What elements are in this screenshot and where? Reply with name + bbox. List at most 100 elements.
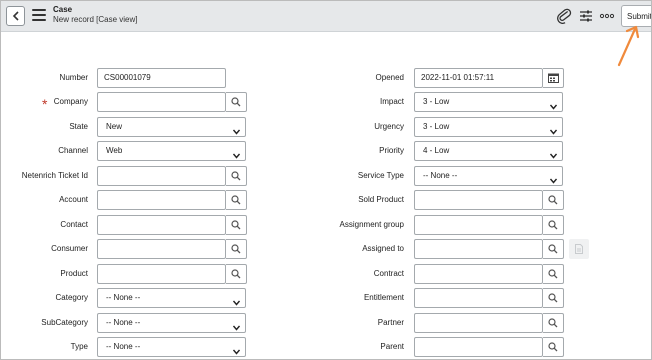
state-select[interactable]: New	[97, 117, 246, 137]
back-icon	[12, 11, 19, 21]
sold-product-label: Sold Product	[358, 195, 404, 204]
state-value: New	[106, 122, 123, 131]
netenrich-ticket-id-field[interactable]	[97, 166, 226, 186]
title-block: Case New record [Case view]	[53, 5, 137, 25]
menu-icon[interactable]	[32, 9, 46, 21]
case-form-window: Case New record [Case view] Submit Numbe…	[0, 0, 652, 360]
more-icon[interactable]	[599, 8, 615, 24]
product-field[interactable]	[97, 264, 226, 284]
opened-calendar-button[interactable]	[543, 68, 564, 88]
case-form: Number CS00001079 Company * State New Channel W…	[1, 33, 651, 359]
search-icon	[548, 220, 558, 230]
company-field[interactable]	[97, 92, 226, 112]
search-icon	[548, 293, 558, 303]
search-icon	[548, 244, 558, 254]
parent-field[interactable]	[414, 337, 543, 357]
impact-label: Impact	[379, 97, 404, 106]
contact-label: Contact	[60, 220, 88, 229]
category-label: Category	[55, 293, 88, 302]
state-label: State	[69, 122, 88, 131]
netenrich-ticket-id-lookup-button[interactable]	[226, 166, 247, 186]
assign-to-me-button[interactable]	[569, 239, 589, 259]
urgency-value: 3 - Low	[423, 122, 450, 131]
contract-field[interactable]	[414, 264, 543, 284]
opened-field[interactable]: 2022-11-01 01:57:11	[414, 68, 543, 88]
category-value: -- None --	[106, 293, 141, 302]
channel-label: Channel	[58, 146, 88, 155]
type-select[interactable]: -- None --	[97, 337, 246, 357]
assigned-to-lookup-button[interactable]	[543, 239, 564, 259]
chevron-down-icon	[549, 173, 558, 184]
chevron-down-icon	[549, 148, 558, 159]
impact-select[interactable]: 3 - Low	[414, 92, 563, 112]
page-subtitle: New record [Case view]	[53, 15, 138, 24]
consumer-label: Consumer	[51, 244, 88, 253]
opened-label: Opened	[375, 73, 404, 82]
search-icon	[231, 171, 241, 181]
parent-label: Parent	[380, 342, 404, 351]
number-field[interactable]: CS00001079	[97, 68, 226, 88]
service-type-value: -- None --	[423, 171, 458, 180]
search-icon	[231, 220, 241, 230]
consumer-field[interactable]	[97, 239, 226, 259]
chevron-down-icon	[232, 124, 241, 135]
contact-lookup-button[interactable]	[226, 215, 247, 235]
priority-label: Priority	[379, 146, 404, 155]
account-field[interactable]	[97, 190, 226, 210]
priority-select[interactable]: 4 - Low	[414, 141, 563, 161]
assignment-group-field[interactable]	[414, 215, 543, 235]
type-label: Type	[70, 342, 88, 351]
partner-field[interactable]	[414, 313, 543, 333]
entitlement-label: Entitlement	[363, 293, 404, 302]
sliders-icon[interactable]	[578, 8, 594, 24]
parent-lookup-button[interactable]	[543, 337, 564, 357]
subcategory-label: SubCategory	[41, 318, 88, 327]
paperclip-icon[interactable]	[556, 8, 572, 24]
chevron-down-icon	[549, 124, 558, 135]
form-header: Case New record [Case view] Submit	[1, 1, 651, 32]
product-lookup-button[interactable]	[226, 264, 247, 284]
company-label: Company	[53, 97, 88, 106]
category-select[interactable]: -- None --	[97, 288, 246, 308]
account-lookup-button[interactable]	[226, 190, 247, 210]
impact-value: 3 - Low	[423, 97, 450, 106]
back-button[interactable]	[6, 6, 25, 26]
required-indicator: *	[42, 96, 48, 112]
product-label: Product	[60, 269, 88, 278]
entitlement-field[interactable]	[414, 288, 543, 308]
search-icon	[231, 195, 241, 205]
assignment-group-lookup-button[interactable]	[543, 215, 564, 235]
urgency-label: Urgency	[374, 122, 404, 131]
subcategory-select[interactable]: -- None --	[97, 313, 246, 333]
entitlement-lookup-button[interactable]	[543, 288, 564, 308]
partner-lookup-button[interactable]	[543, 313, 564, 333]
service-type-label: Service Type	[357, 171, 404, 180]
account-label: Account	[59, 195, 88, 204]
urgency-select[interactable]: 3 - Low	[414, 117, 563, 137]
priority-value: 4 - Low	[423, 146, 450, 155]
contract-label: Contract	[373, 269, 404, 278]
assignment-group-label: Assignment group	[339, 220, 404, 229]
sold-product-lookup-button[interactable]	[543, 190, 564, 210]
channel-select[interactable]: Web	[97, 141, 246, 161]
type-value: -- None --	[106, 342, 141, 351]
search-icon	[548, 318, 558, 328]
assigned-to-field[interactable]	[414, 239, 543, 259]
search-icon	[231, 269, 241, 279]
contract-lookup-button[interactable]	[543, 264, 564, 284]
consumer-lookup-button[interactable]	[226, 239, 247, 259]
chevron-down-icon	[232, 344, 241, 355]
chevron-down-icon	[232, 320, 241, 331]
service-type-select[interactable]: -- None --	[414, 166, 563, 186]
search-icon	[548, 195, 558, 205]
sold-product-field[interactable]	[414, 190, 543, 210]
netenrich-ticket-id-label: Netenrich Ticket Id	[21, 171, 88, 180]
chevron-down-icon	[549, 99, 558, 110]
chevron-down-icon	[232, 295, 241, 306]
chevron-down-icon	[232, 148, 241, 159]
company-lookup-button[interactable]	[226, 92, 247, 112]
page-title: Case	[53, 5, 73, 14]
document-icon	[575, 244, 583, 254]
contact-field[interactable]	[97, 215, 226, 235]
search-icon	[548, 342, 558, 352]
